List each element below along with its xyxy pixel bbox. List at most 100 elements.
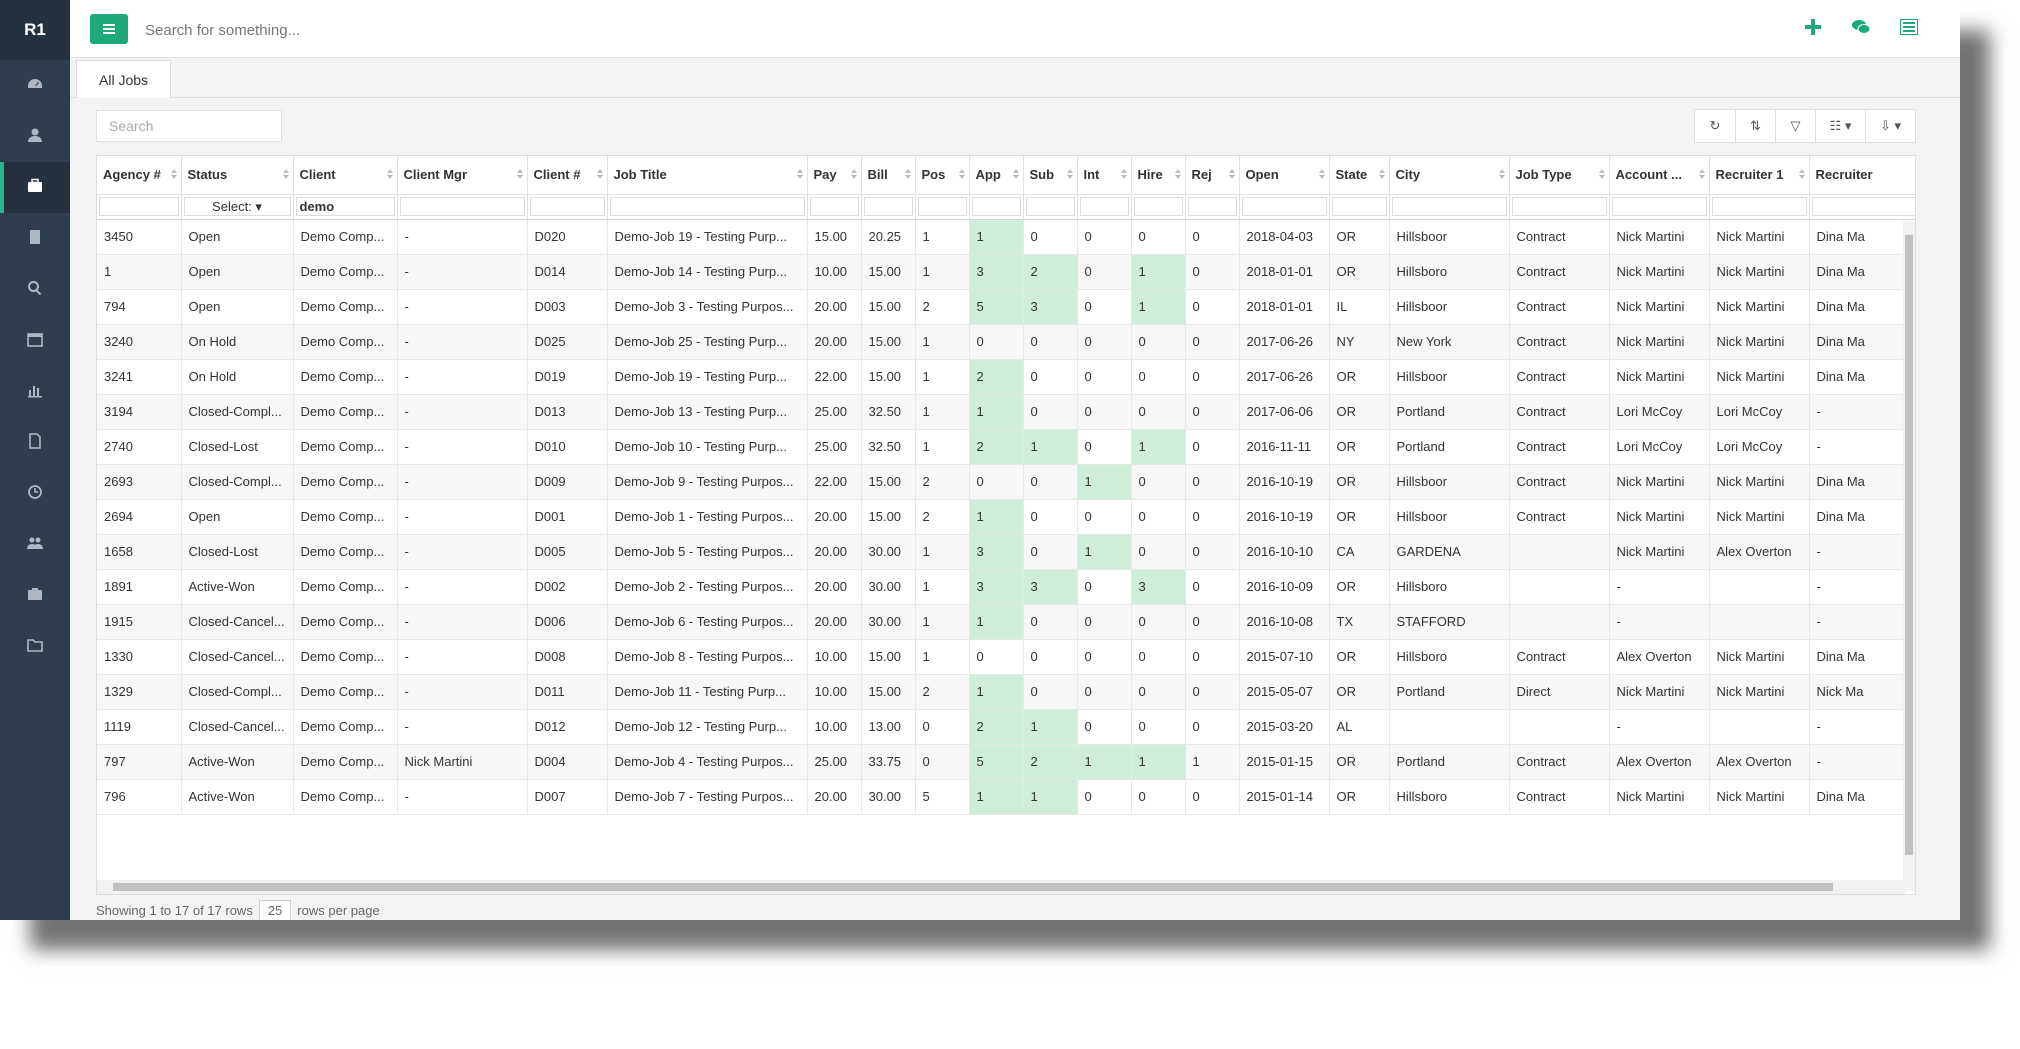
column-filter-input[interactable] (1811, 197, 1915, 216)
table-row[interactable]: 1329 Closed-Compl... Demo Comp... - D011 Demo… (97, 674, 1915, 710)
sort-arrows-icon[interactable] (1066, 169, 1073, 179)
sort-arrows-icon[interactable] (1174, 169, 1181, 179)
grid-search-input[interactable]: Search (96, 110, 282, 142)
column-header[interactable]: Open (1239, 156, 1330, 195)
table-row[interactable]: 1891 Active-Won Demo Comp... - D002 Demo-Job … (97, 569, 1915, 605)
chat-icon[interactable] (1850, 16, 1872, 38)
sidebar-item-document[interactable] (0, 417, 70, 468)
column-filter-input[interactable] (863, 197, 913, 216)
column-filter-input[interactable] (917, 197, 967, 216)
column-header[interactable]: Client Mgr (397, 156, 528, 195)
sort-arrows-icon[interactable] (386, 169, 393, 179)
sort-arrows-icon[interactable] (904, 169, 911, 179)
sidebar-item-briefcase[interactable] (0, 162, 70, 213)
tab-all-jobs[interactable]: All Jobs (76, 60, 172, 98)
column-filter-input[interactable] (1611, 197, 1707, 216)
column-header[interactable]: Agency # (97, 156, 182, 195)
sort-arrows-icon[interactable] (1498, 169, 1505, 179)
list-panel-icon[interactable] (1898, 16, 1920, 38)
sort-arrows-icon[interactable] (1798, 169, 1805, 179)
column-header[interactable]: Pos (915, 156, 970, 195)
column-header[interactable]: Client (293, 156, 398, 195)
table-row[interactable]: 2693 Closed-Compl... Demo Comp... - D009 Demo… (97, 464, 1915, 500)
table-row[interactable]: 3241 On Hold Demo Comp... - D019 Demo-Job 19 … (97, 359, 1915, 395)
column-header[interactable]: Bill (861, 156, 916, 195)
export-icon[interactable]: ⇩ ▾ (1865, 110, 1915, 142)
columns-icon[interactable]: ☷ ▾ (1815, 110, 1865, 142)
column-header[interactable]: Pay (807, 156, 862, 195)
sort-arrows-icon[interactable] (1120, 169, 1127, 179)
column-header[interactable]: Account ... (1609, 156, 1710, 195)
table-row[interactable]: 797 Active-Won Demo Comp... Nick Martini D00… (97, 744, 1915, 780)
global-search-input[interactable] (145, 18, 545, 42)
column-filter-input[interactable] (1025, 197, 1075, 216)
sort-arrows-icon[interactable] (850, 169, 857, 179)
column-filter-input[interactable] (1391, 197, 1507, 216)
column-header[interactable]: State (1329, 156, 1390, 195)
sidebar-item-camera[interactable] (0, 570, 70, 621)
sort-arrows-icon[interactable] (1598, 169, 1605, 179)
table-row[interactable]: 1119 Closed-Cancel... Demo Comp... - D012 Dem… (97, 709, 1915, 745)
column-filter-input[interactable] (1241, 197, 1327, 216)
sort-arrows-icon[interactable] (1698, 169, 1705, 179)
filter-icon[interactable]: ▽ (1775, 110, 1815, 142)
sidebar-item-user[interactable] (0, 111, 70, 162)
column-header[interactable]: Rej (1185, 156, 1240, 195)
column-header[interactable]: Int (1077, 156, 1132, 195)
vertical-scrollbar[interactable] (1903, 221, 1915, 891)
sort-arrows-icon[interactable] (796, 169, 803, 179)
table-row[interactable]: 1915 Closed-Cancel... Demo Comp... - D006 Dem… (97, 604, 1915, 640)
table-row[interactable]: 2740 Closed-Lost Demo Comp... - D010 Demo-Job… (97, 429, 1915, 465)
sidebar-item-dashboard[interactable] (0, 60, 70, 111)
table-row[interactable]: 796 Active-Won Demo Comp... - D007 Demo-Job 7… (97, 779, 1915, 815)
column-header[interactable]: App (969, 156, 1024, 195)
sort-icon[interactable]: ⇅ (1735, 110, 1775, 142)
sort-arrows-icon[interactable] (1012, 169, 1019, 179)
table-row[interactable]: 794 Open Demo Comp... - D003 Demo-Job 3 - Tes… (97, 289, 1915, 325)
sidebar-item-building[interactable] (0, 213, 70, 264)
sidebar-item-calendar[interactable] (0, 315, 70, 366)
sidebar-item-search[interactable] (0, 264, 70, 315)
table-row[interactable]: 1 Open Demo Comp... - D014 Demo-Job 14 - Test… (97, 254, 1915, 290)
table-row[interactable]: 3194 Closed-Compl... Demo Comp... - D013 Demo… (97, 394, 1915, 430)
sort-arrows-icon[interactable] (1228, 169, 1235, 179)
refresh-icon[interactable]: ↻ (1695, 110, 1735, 142)
column-header[interactable]: Client # (527, 156, 608, 195)
column-filter-input[interactable] (1511, 197, 1607, 216)
column-filter-input[interactable] (1133, 197, 1183, 216)
column-filter-input[interactable] (1331, 197, 1387, 216)
sort-arrows-icon[interactable] (282, 169, 289, 179)
column-filter-input[interactable] (99, 197, 179, 216)
sort-arrows-icon[interactable] (1318, 169, 1325, 179)
plus-icon[interactable] (1802, 16, 1824, 38)
sort-arrows-icon[interactable] (170, 169, 177, 179)
sort-arrows-icon[interactable] (958, 169, 965, 179)
column-filter-input[interactable] (609, 197, 805, 216)
column-header[interactable]: Recruiter 1 (1709, 156, 1810, 195)
sort-arrows-icon[interactable] (516, 169, 523, 179)
column-filter-input[interactable] (971, 197, 1021, 216)
column-header[interactable]: Sub (1023, 156, 1078, 195)
table-row[interactable]: 3240 On Hold Demo Comp... - D025 Demo-Job 25 … (97, 324, 1915, 360)
sort-arrows-icon[interactable] (596, 169, 603, 179)
column-header[interactable]: City (1389, 156, 1510, 195)
sidebar-item-clock[interactable] (0, 468, 70, 519)
table-row[interactable]: 1658 Closed-Lost Demo Comp... - D005 Demo-Job… (97, 534, 1915, 570)
horizontal-scrollbar[interactable] (97, 880, 1905, 894)
table-row[interactable]: 3450 Open Demo Comp... - D020 Demo-Job 19 - T… (97, 219, 1915, 255)
column-filter-input[interactable] (1079, 197, 1129, 216)
brand-logo[interactable]: R1 (0, 0, 70, 60)
column-header[interactable]: Job Title (607, 156, 808, 195)
menu-toggle-button[interactable] (90, 14, 128, 44)
column-header[interactable]: Recruiter (1809, 156, 1915, 195)
sidebar-item-bar-chart[interactable] (0, 366, 70, 417)
column-filter-input[interactable] (1711, 197, 1807, 216)
column-filter-input[interactable] (529, 197, 605, 216)
column-filter-input[interactable] (399, 197, 525, 216)
per-page-select[interactable]: 25 (258, 900, 292, 920)
column-filter-input[interactable]: demo (295, 197, 395, 216)
column-header[interactable]: Hire (1131, 156, 1186, 195)
column-header[interactable]: Job Type (1509, 156, 1610, 195)
sort-arrows-icon[interactable] (1378, 169, 1385, 179)
column-filter-input[interactable] (1187, 197, 1237, 216)
